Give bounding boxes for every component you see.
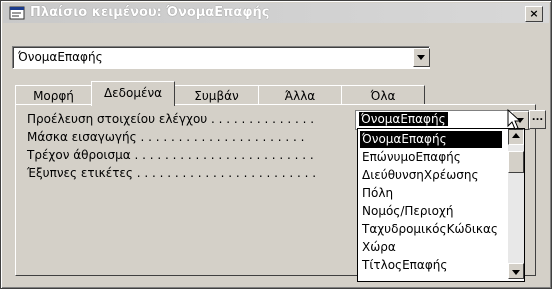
scroll-thumb[interactable] [508,151,524,173]
close-button[interactable]: × [525,6,543,22]
list-item[interactable]: ΕπώνυμοΕπαφής [360,149,502,166]
object-selector-value: ΌνομαΕπαφής [18,50,103,64]
control-source-field[interactable]: ΌνομαΕπαφής [355,110,530,130]
property-input-mask[interactable]: Μάσκα εισαγωγής . . . . . . . . . . . . … [27,129,304,146]
properties-icon [9,6,25,20]
title-bar[interactable]: Πλαίσιο κειμένου: ΌνομαΕπαφής × [3,3,549,23]
object-selector-combo[interactable]: ΌνομαΕπαφής [12,46,430,69]
mouse-pointer-icon [507,109,522,130]
object-selector-dropdown-button[interactable] [413,48,430,67]
list-item[interactable]: ΤίτλοςΕπαφής [360,257,502,274]
list-item[interactable]: ΤαχυδρομικόςΚώδικας [360,221,502,238]
list-item[interactable]: Χώρα [360,239,502,256]
tab-format[interactable]: Μορφή [15,85,92,106]
list-item[interactable]: ΔιεύθυνσηΧρέωσης [360,167,502,184]
builder-button[interactable]: ... [529,110,546,129]
tab-event[interactable]: Συμβάν [174,85,259,106]
scroll-up-button[interactable] [508,129,524,145]
tab-all[interactable]: Όλα [341,85,425,106]
tab-strip: Μορφή Δεδομένα Συμβάν Άλλα Όλα [15,81,535,106]
property-sheet-window: Πλαίσιο κειμένου: ΌνομαΕπαφής × ΌνομαΕπα… [0,0,552,289]
property-smart-tags[interactable]: Έξυπνες ετικέτες . . . . . . . . . . . .… [27,165,316,182]
control-source-value: ΌνομαΕπαφής [359,112,448,126]
tab-other[interactable]: Άλλα [258,85,342,106]
window-title: Πλαίσιο κειμένου: ΌνομαΕπαφής [30,5,270,20]
list-item[interactable]: Πόλη [360,185,502,202]
list-item[interactable]: ΌνομαΕπαφής [360,131,502,148]
property-running-sum[interactable]: Τρέχον άθροισμα . . . . . . . . . . . . … [27,147,314,164]
field-dropdown-list[interactable]: ΌνομαΕπαφής ΕπώνυμοΕπαφής ΔιεύθυνσηΧρέωσ… [357,128,525,282]
list-item[interactable]: Νομός/Περιοχή [360,203,502,220]
tab-data[interactable]: Δεδομένα [91,81,175,106]
property-control-source[interactable]: Προέλευση στοιχείου ελέγχου . . . . . . … [27,111,314,128]
scroll-down-button[interactable] [508,263,524,279]
dropdown-scrollbar[interactable] [508,129,524,279]
